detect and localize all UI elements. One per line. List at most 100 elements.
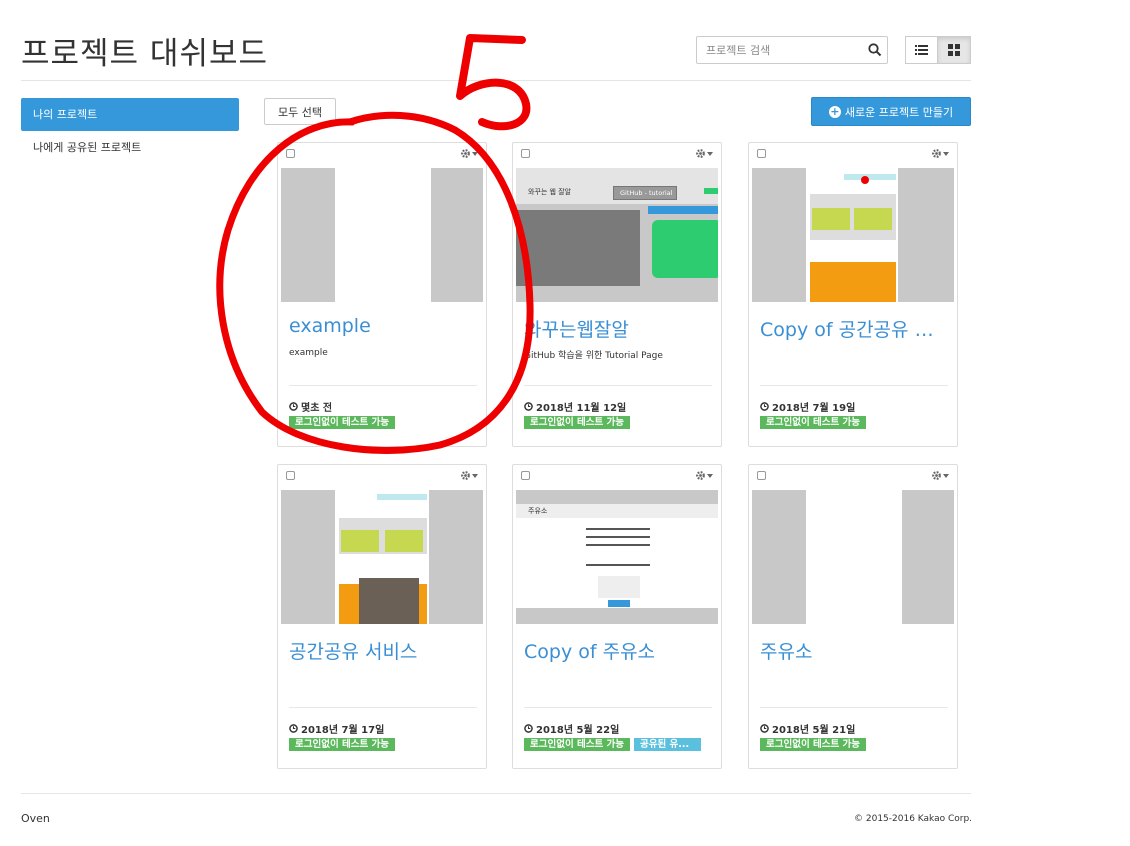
select-all-button[interactable]: 모두 선택: [264, 98, 336, 125]
list-icon: [915, 45, 928, 55]
tag-list: 로그인없이 테스트 가능: [289, 738, 396, 751]
project-date: 2018년 7월 17일: [289, 721, 384, 736]
project-thumbnail[interactable]: [281, 168, 483, 302]
project-card[interactable]: example example 몇초 전 로그인없이 테스트 가능: [277, 142, 487, 447]
caret-down-icon: [707, 473, 713, 478]
project-date-text: 2018년 7월 19일: [772, 403, 856, 414]
thumbnail-title-text: 주유소: [528, 507, 548, 515]
card-checkbox[interactable]: [286, 471, 295, 480]
tag-no-login-test: 로그인없이 테스트 가능: [289, 738, 396, 751]
project-date-text: 2018년 5월 21일: [772, 725, 856, 736]
card-checkbox[interactable]: [757, 149, 766, 158]
card-checkbox[interactable]: [521, 149, 530, 158]
page-title: 프로젝트 대쉬보드: [21, 36, 269, 72]
tag-no-login-test: 로그인없이 테스트 가능: [289, 416, 396, 429]
project-card[interactable]: Copy of 공간공유 서비스 2018년 7월 19일 로그인없이 테스트 …: [748, 142, 958, 447]
search-icon[interactable]: [867, 42, 883, 58]
tag-no-login-test: 로그인없이 테스트 가능: [760, 416, 867, 429]
project-thumbnail[interactable]: 주유소: [516, 490, 718, 624]
clock-icon: [760, 724, 769, 733]
card-settings-menu[interactable]: [460, 148, 478, 159]
search-box: [696, 36, 888, 64]
tag-no-login-test: 로그인없이 테스트 가능: [760, 738, 867, 751]
project-date: 2018년 11월 12일: [524, 399, 626, 414]
card-settings-menu[interactable]: [695, 148, 713, 159]
project-date: 2018년 5월 22일: [524, 721, 619, 736]
clock-icon: [289, 724, 298, 733]
card-divider: [289, 385, 477, 386]
new-project-button[interactable]: + 새로운 프로젝트 만들기: [811, 97, 971, 126]
annotation-digit-five: [456, 34, 531, 131]
clock-icon: [524, 402, 533, 411]
footer-divider: [21, 793, 971, 794]
project-title[interactable]: Copy of 주유소: [524, 637, 712, 664]
gear-icon: [461, 471, 470, 480]
card-divider: [524, 385, 712, 386]
tag-list: 로그인없이 테스트 가능: [524, 416, 631, 429]
project-thumbnail[interactable]: 와꾸는 웹 잘알 GitHub - tutorial: [516, 168, 718, 302]
sidebar-item-shared-projects[interactable]: 나에게 공유된 프로젝트: [21, 131, 239, 164]
project-card[interactable]: 주유소 Copy of 주유소 2018년 5월 22일 로그인없이 테스트 가…: [512, 464, 722, 769]
card-divider: [524, 707, 712, 708]
project-date: 몇초 전: [289, 399, 332, 414]
search-input[interactable]: [697, 37, 857, 63]
gear-icon: [461, 149, 470, 158]
project-card[interactable]: 주유소 2018년 5월 21일 로그인없이 테스트 가능: [748, 464, 958, 769]
caret-down-icon: [472, 151, 478, 156]
new-project-label: 새로운 프로젝트 만들기: [844, 105, 954, 119]
card-settings-menu[interactable]: [931, 148, 949, 159]
project-date-text: 몇초 전: [301, 403, 333, 414]
project-thumbnail[interactable]: [281, 490, 483, 624]
tag-list: 로그인없이 테스트 가능: [760, 416, 867, 429]
tag-list: 로그인없이 테스트 가능 공유된 유...: [524, 738, 702, 751]
card-divider: [289, 707, 477, 708]
project-title[interactable]: example: [289, 315, 477, 337]
clock-icon: [524, 724, 533, 733]
grid-icon: [948, 44, 960, 56]
project-date-text: 2018년 11월 12일: [536, 403, 627, 414]
caret-down-icon: [943, 473, 949, 478]
caret-down-icon: [943, 151, 949, 156]
project-card[interactable]: 공간공유 서비스 2018년 7월 17일 로그인없이 테스트 가능: [277, 464, 487, 769]
view-toggle: [905, 36, 971, 64]
project-title[interactable]: 공간공유 서비스: [289, 637, 477, 664]
caret-down-icon: [472, 473, 478, 478]
card-checkbox[interactable]: [521, 471, 530, 480]
caret-down-icon: [707, 151, 713, 156]
project-date: 2018년 7월 19일: [760, 399, 855, 414]
project-thumbnail[interactable]: [752, 168, 954, 302]
card-settings-menu[interactable]: [931, 470, 949, 481]
project-description: example: [289, 348, 328, 358]
project-description: GitHub 학습을 위한 Tutorial Page: [524, 351, 663, 361]
project-date-text: 2018년 7월 17일: [301, 725, 385, 736]
project-thumbnail[interactable]: [752, 490, 954, 624]
card-divider: [760, 385, 948, 386]
tag-shared: 공유된 유...: [634, 738, 702, 751]
plus-circle-icon: +: [828, 104, 841, 118]
project-date: 2018년 5월 21일: [760, 721, 855, 736]
card-checkbox[interactable]: [757, 471, 766, 480]
card-settings-menu[interactable]: [695, 470, 713, 481]
list-view-button[interactable]: [905, 36, 938, 64]
card-divider: [760, 707, 948, 708]
grid-view-button[interactable]: [938, 36, 971, 64]
project-title[interactable]: Copy of 공간공유 서비스: [760, 315, 948, 342]
thumbnail-logo-text: 와꾸는 웹 잘알: [528, 188, 572, 196]
thumbnail-tab-text: GitHub - tutorial: [613, 186, 677, 200]
header-divider: [21, 80, 971, 81]
project-date-text: 2018년 5월 22일: [536, 725, 620, 736]
gear-icon: [932, 149, 941, 158]
project-title[interactable]: 와꾸는웹잘알: [524, 315, 712, 342]
tag-no-login-test: 로그인없이 테스트 가능: [524, 738, 631, 751]
footer-copyright: © 2015-2016 Kakao Corp.: [854, 814, 973, 824]
card-checkbox[interactable]: [286, 149, 295, 158]
card-settings-menu[interactable]: [460, 470, 478, 481]
gear-icon: [696, 149, 705, 158]
gear-icon: [696, 471, 705, 480]
project-title[interactable]: 주유소: [760, 637, 948, 664]
tag-list: 로그인없이 테스트 가능: [760, 738, 867, 751]
project-card[interactable]: 와꾸는 웹 잘알 GitHub - tutorial 와꾸는웹잘알 GitHub…: [512, 142, 722, 447]
clock-icon: [289, 402, 298, 411]
gear-icon: [932, 471, 941, 480]
sidebar-item-my-projects[interactable]: 나의 프로젝트: [21, 98, 239, 131]
